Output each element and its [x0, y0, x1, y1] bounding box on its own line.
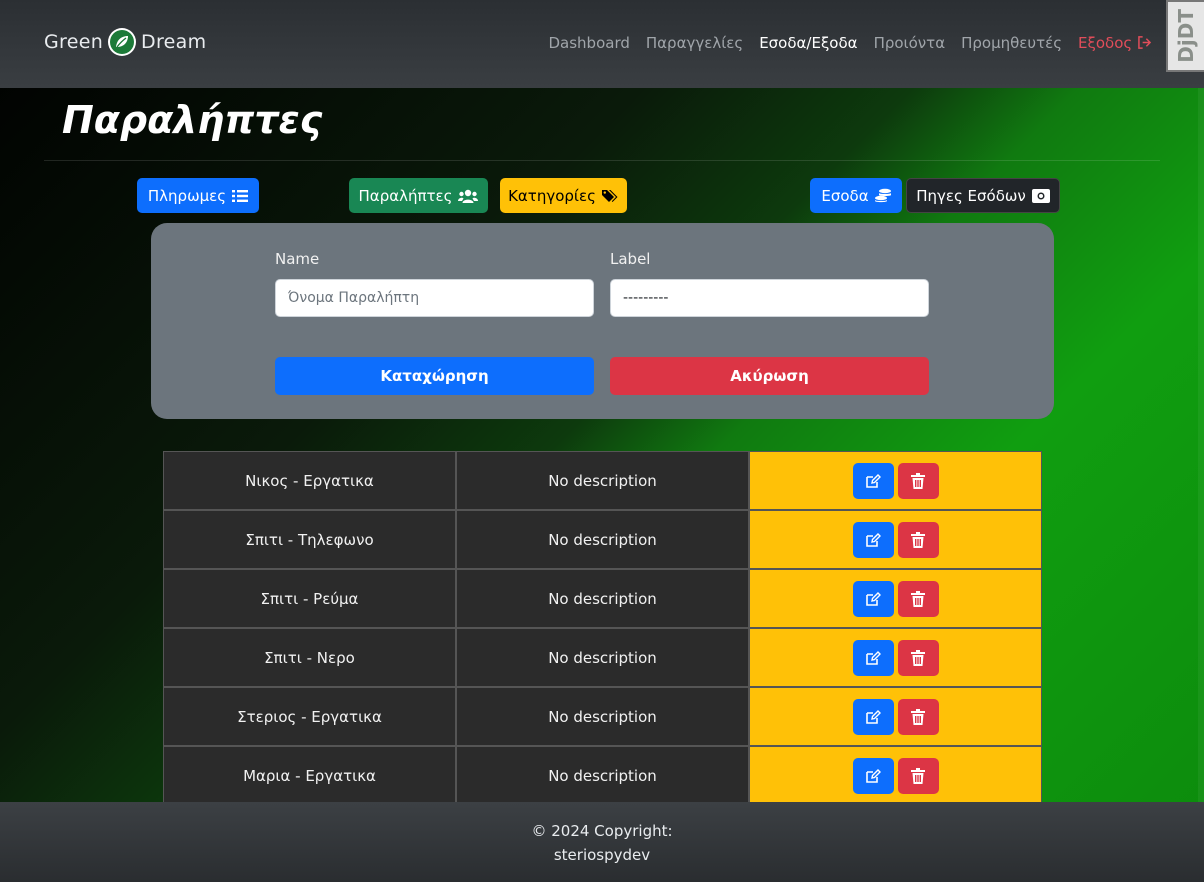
- cancel-button[interactable]: Ακύρωση: [610, 357, 929, 395]
- recipient-description: No description: [456, 628, 749, 687]
- edit-icon: [866, 709, 881, 724]
- row-actions: [749, 628, 1042, 687]
- edit-icon: [866, 473, 881, 488]
- table-row: Σπιτι - Ρεύμα No description: [163, 569, 1042, 628]
- edit-button[interactable]: [852, 462, 894, 499]
- recipient-name: Μαρια - Εργατικα: [163, 746, 456, 805]
- row-actions: [749, 569, 1042, 628]
- edit-button[interactable]: [852, 521, 894, 558]
- footer: © 2024 Copyright: steriospydev: [0, 802, 1204, 882]
- recipient-description: No description: [456, 510, 749, 569]
- delete-button[interactable]: [897, 639, 939, 676]
- recipient-description: No description: [456, 687, 749, 746]
- income-button[interactable]: Εσοδα: [810, 178, 902, 213]
- recipient-name: Σπιτι - Τηλεφωνο: [163, 510, 456, 569]
- row-actions: [749, 451, 1042, 510]
- nav-link-suppliers[interactable]: Προμηθευτές: [961, 34, 1062, 52]
- footer-author: steriospydev: [553, 846, 651, 864]
- recipient-description: No description: [456, 746, 749, 805]
- payments-button[interactable]: Πληρωμες: [137, 178, 259, 213]
- edit-button[interactable]: [852, 639, 894, 676]
- recipients-button-label: Παραλήπτες: [358, 186, 453, 205]
- brand-text-left: Green: [44, 31, 104, 53]
- title-divider: [44, 160, 1160, 161]
- table-row: Σπιτι - Τηλεφωνο No description: [163, 510, 1042, 569]
- tags-icon: [601, 189, 618, 202]
- delete-button[interactable]: [897, 521, 939, 558]
- logout-label: Εξοδος: [1078, 34, 1133, 52]
- row-actions: [749, 746, 1042, 805]
- footer-copyright: © 2024 Copyright:: [531, 822, 673, 840]
- trash-icon: [911, 708, 925, 725]
- nav-link-orders[interactable]: Παραγγελίες: [646, 34, 743, 52]
- label-select[interactable]: ---------: [610, 279, 929, 317]
- delete-button[interactable]: [897, 757, 939, 794]
- brand-logo[interactable]: Green Dream: [44, 28, 206, 56]
- row-actions: [749, 510, 1042, 569]
- delete-button[interactable]: [897, 462, 939, 499]
- nav-link-dashboard[interactable]: Dashboard: [548, 34, 629, 52]
- name-input[interactable]: Όνομα Παραλήπτη: [275, 279, 594, 317]
- edit-icon: [866, 650, 881, 665]
- table-row: Στεριος - Εργατικα No description: [163, 687, 1042, 746]
- table-row: Νικος - Εργατικα No description: [163, 451, 1042, 510]
- payments-button-label: Πληρωμες: [147, 186, 227, 205]
- label-field-label: Label: [610, 250, 651, 268]
- recipient-name: Νικος - Εργατικα: [163, 451, 456, 510]
- nav-link-products[interactable]: Προιόντα: [874, 34, 946, 52]
- edit-icon: [866, 591, 881, 606]
- trash-icon: [911, 472, 925, 489]
- edit-icon: [866, 532, 881, 547]
- table-row: Μαρια - Εργατικα No description: [163, 746, 1042, 805]
- edit-button[interactable]: [852, 757, 894, 794]
- trash-icon: [911, 590, 925, 607]
- nav-link-income-expenses[interactable]: Εσοδα/Εξοδα: [759, 34, 857, 52]
- name-field-label: Name: [275, 250, 320, 268]
- trash-icon: [911, 531, 925, 548]
- recipient-description: No description: [456, 451, 749, 510]
- trash-icon: [911, 767, 925, 784]
- sign-out-icon: [1138, 36, 1152, 49]
- page-title: Παραλήπτες: [62, 98, 323, 142]
- delete-button[interactable]: [897, 580, 939, 617]
- edit-button[interactable]: [852, 580, 894, 617]
- page-scrollbar[interactable]: [1198, 88, 1204, 802]
- djdt-label: DjDT: [1174, 9, 1198, 63]
- income-sources-button-label: Πηγες Εσόδων: [916, 186, 1026, 205]
- leaf-icon: [108, 28, 137, 56]
- delete-button[interactable]: [897, 698, 939, 735]
- row-actions: [749, 687, 1042, 746]
- list-icon: [232, 189, 249, 202]
- recipient-name: Σπιτι - Ρεύμα: [163, 569, 456, 628]
- money-bill-icon: [1031, 188, 1050, 203]
- brand-text-right: Dream: [141, 31, 207, 53]
- users-icon: [458, 189, 479, 203]
- edit-button[interactable]: [852, 698, 894, 735]
- categories-button-label: Κατηγορίες: [508, 186, 596, 205]
- navbar: Green Dream Dashboard Παραγγελίες Εσοδα/…: [0, 0, 1204, 88]
- recipient-name: Στεριος - Εργατικα: [163, 687, 456, 746]
- submit-button[interactable]: Καταχώρηση: [275, 357, 594, 395]
- recipients-button[interactable]: Παραλήπτες: [349, 178, 488, 213]
- categories-button[interactable]: Κατηγορίες: [500, 178, 627, 213]
- income-sources-button[interactable]: Πηγες Εσόδων: [906, 178, 1060, 213]
- table-row: Σπιτι - Νερο No description: [163, 628, 1042, 687]
- recipient-description: No description: [456, 569, 749, 628]
- edit-icon: [866, 768, 881, 783]
- coins-icon: [874, 188, 891, 203]
- trash-icon: [911, 649, 925, 666]
- recipient-name: Σπιτι - Νερο: [163, 628, 456, 687]
- income-button-label: Εσοδα: [821, 186, 869, 205]
- django-debug-toolbar-handle[interactable]: DjDT: [1166, 0, 1204, 72]
- nav-link-logout[interactable]: Εξοδος: [1078, 34, 1152, 52]
- nav-links: Dashboard Παραγγελίες Εσοδα/Εξοδα Προιόν…: [548, 34, 1152, 52]
